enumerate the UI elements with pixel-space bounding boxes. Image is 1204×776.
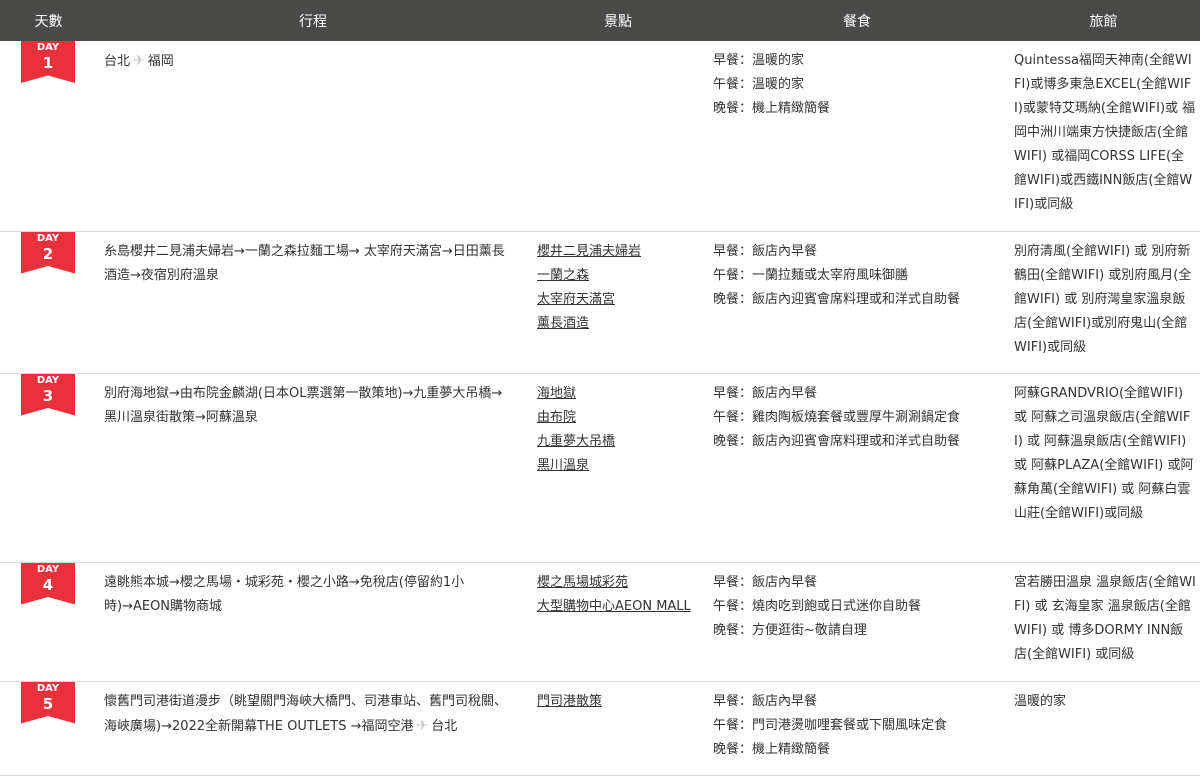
table-row: DAY 5 懷舊門司港街道漫步（眺望關門海峽大橋門、司港車站、舊門司稅關、海峽廣… — [0, 681, 1200, 776]
spots-cell — [529, 41, 707, 232]
meal-lunch: 午餐：門司港燙咖哩套餐或下關風味定食 — [713, 717, 948, 733]
day-cell: DAY 1 — [0, 41, 97, 232]
spot-link[interactable]: 大型購物中心AEON MALL — [537, 595, 701, 619]
header-hotel: 旅館 — [1007, 0, 1200, 41]
day-ribbon: DAY 2 — [21, 231, 75, 274]
spot-link[interactable]: 太宰府天滿宮 — [537, 288, 701, 312]
route-from: 台北 — [104, 54, 131, 69]
meal-breakfast: 早餐：飯店內早餐 — [713, 385, 818, 401]
day-number: 2 — [42, 244, 54, 263]
day-number: 5 — [42, 694, 54, 713]
header-spots: 景點 — [529, 0, 707, 41]
table-row: DAY 2 糸島櫻井二見浦夫婦岩→一蘭之森拉麵工場→ 太宰府天滿宮→日田薰長酒造… — [0, 231, 1200, 374]
meal-breakfast: 早餐：飯店內早餐 — [713, 574, 818, 590]
meals-cell: 早餐：飯店內早餐 午餐：燒肉吃到飽或日式迷你自助餐 晚餐：方便逛街~敬請自理 — [707, 562, 1007, 682]
meals-cell: 早餐：飯店內早餐 午餐：門司港燙咖哩套餐或下關風味定食 晚餐：機上精緻簡餐 — [707, 681, 1007, 776]
meal-dinner: 晚餐：飯店內迎賓會席料理或和洋式自助餐 — [713, 291, 961, 307]
meal-breakfast: 早餐：飯店內早餐 — [713, 243, 818, 259]
route-to: 福岡 — [147, 54, 174, 69]
spots-cell: 櫻井二見浦夫婦岩 一蘭之森 太宰府天滿宮 薰長酒造 — [529, 231, 707, 374]
table-row: DAY 4 遠眺熊本城→櫻之馬場・城彩苑・櫻之小路→免稅店(停留約1小時)→AE… — [0, 562, 1200, 682]
spot-link[interactable]: 由布院 — [537, 406, 701, 430]
meals-cell: 早餐：飯店內早餐 午餐：一蘭拉麵或太宰府風味御膳 晚餐：飯店內迎賓會席料理或和洋… — [707, 231, 1007, 374]
day-label: DAY — [36, 682, 60, 694]
meal-dinner: 晚餐：方便逛街~敬請自理 — [713, 622, 867, 638]
day-cell: DAY 4 — [0, 562, 97, 682]
day-cell: DAY 5 — [0, 681, 97, 776]
day-ribbon: DAY 3 — [21, 373, 75, 416]
day-ribbon: DAY 1 — [21, 41, 75, 83]
day-number: 4 — [42, 575, 54, 594]
spots-cell: 門司港散策 — [529, 681, 707, 776]
hotel-cell: 別府清風(全館WIFI) 或 別府新鶴田(全館WIFI) 或別府風月(全館WIF… — [1007, 231, 1200, 374]
header-row: 天數 行程 景點 餐食 旅館 — [0, 0, 1200, 41]
route-cell: 別府海地獄→由布院金麟湖(日本OL票選第一散策地)→九重夢大吊橋→黑川溫泉街散策… — [97, 373, 529, 563]
day-ribbon: DAY 5 — [21, 681, 75, 724]
route-end: 台北 — [431, 718, 458, 734]
meal-breakfast: 早餐：飯店內早餐 — [713, 693, 818, 709]
day-ribbon: DAY 4 — [21, 562, 75, 605]
hotel-cell: 阿蘇GRANDVRIO(全館WIFI) 或 阿蘇之司溫泉飯店(全館WIFI) 或… — [1007, 373, 1200, 563]
hotel-cell: 溫暖的家 — [1007, 681, 1200, 776]
meals-cell: 早餐：溫暖的家 午餐：溫暖的家 晚餐：機上精緻簡餐 — [707, 41, 1007, 232]
meal-lunch: 午餐：燒肉吃到飽或日式迷你自助餐 — [713, 598, 922, 614]
table-row: DAY 3 別府海地獄→由布院金麟湖(日本OL票選第一散策地)→九重夢大吊橋→黑… — [0, 373, 1200, 563]
meal-breakfast: 早餐：溫暖的家 — [713, 53, 805, 68]
route-cell: 台北 ✈ 福岡 — [97, 41, 529, 232]
table-row: DAY 1 台北 ✈ 福岡 早餐：溫暖的家 午餐：溫暖的家 晚餐：機上精緻簡餐 Qu… — [0, 41, 1200, 232]
hotel-cell: Quintessa福岡天神南(全館WIFI)或博多東急EXCEL(全館WIFI)… — [1007, 41, 1200, 232]
meal-dinner: 晚餐：機上精緻簡餐 — [713, 101, 831, 116]
day-label: DAY — [36, 42, 60, 53]
spots-cell: 海地獄 由布院 九重夢大吊橋 黑川溫泉 — [529, 373, 707, 563]
header-day: 天數 — [0, 0, 97, 41]
spot-link[interactable]: 九重夢大吊橋 — [537, 430, 701, 454]
meals-cell: 早餐：飯店內早餐 午餐：雞肉陶板燒套餐或豐厚牛涮涮鍋定食 晚餐：飯店內迎賓會席料… — [707, 373, 1007, 563]
spot-link[interactable]: 櫻之馬場城彩苑 — [537, 571, 701, 595]
meal-lunch: 午餐：一蘭拉麵或太宰府風味御膳 — [713, 267, 909, 283]
spots-cell: 櫻之馬場城彩苑 大型購物中心AEON MALL — [529, 562, 707, 682]
route-cell: 懷舊門司港街道漫步（眺望關門海峽大橋門、司港車站、舊門司稅關、海峽廣場)→202… — [97, 681, 529, 776]
route-cell: 糸島櫻井二見浦夫婦岩→一蘭之森拉麵工場→ 太宰府天滿宮→日田薰長酒造→夜宿別府溫… — [97, 231, 529, 374]
day-number: 3 — [42, 386, 54, 405]
route-cell: 遠眺熊本城→櫻之馬場・城彩苑・櫻之小路→免稅店(停留約1小時)→AEON購物商城 — [97, 562, 529, 682]
day-label: DAY — [36, 374, 60, 386]
day-cell: DAY 3 — [0, 373, 97, 563]
itinerary-table: 天數 行程 景點 餐食 旅館 DAY 1 台北 ✈ 福岡 早餐：溫暖的家 午餐：溫暖… — [0, 0, 1200, 776]
hotel-cell: 宮若勝田溫泉 溫泉飯店(全館WIFI) 或 玄海皇家 溫泉飯店(全館WIFI) … — [1007, 562, 1200, 682]
spot-link[interactable]: 門司港散策 — [537, 690, 701, 714]
day-cell: DAY 2 — [0, 231, 97, 374]
header-meals: 餐食 — [707, 0, 1007, 41]
day-label: DAY — [36, 563, 60, 575]
spot-link[interactable]: 薰長酒造 — [537, 312, 701, 336]
spot-link[interactable]: 黑川溫泉 — [537, 454, 701, 478]
plane-icon: ✈ — [416, 717, 429, 734]
header-route: 行程 — [97, 0, 529, 41]
meal-dinner: 晚餐：飯店內迎賓會席料理或和洋式自助餐 — [713, 433, 961, 449]
plane-icon: ✈ — [133, 53, 145, 69]
meal-lunch: 午餐：溫暖的家 — [713, 77, 805, 92]
day-number: 1 — [42, 54, 54, 72]
meal-dinner: 晚餐：機上精緻簡餐 — [713, 741, 831, 757]
spot-link[interactable]: 一蘭之森 — [537, 264, 701, 288]
spot-link[interactable]: 海地獄 — [537, 382, 701, 406]
day-label: DAY — [36, 232, 60, 244]
meal-lunch: 午餐：雞肉陶板燒套餐或豐厚牛涮涮鍋定食 — [713, 409, 961, 425]
spot-link[interactable]: 櫻井二見浦夫婦岩 — [537, 240, 701, 264]
